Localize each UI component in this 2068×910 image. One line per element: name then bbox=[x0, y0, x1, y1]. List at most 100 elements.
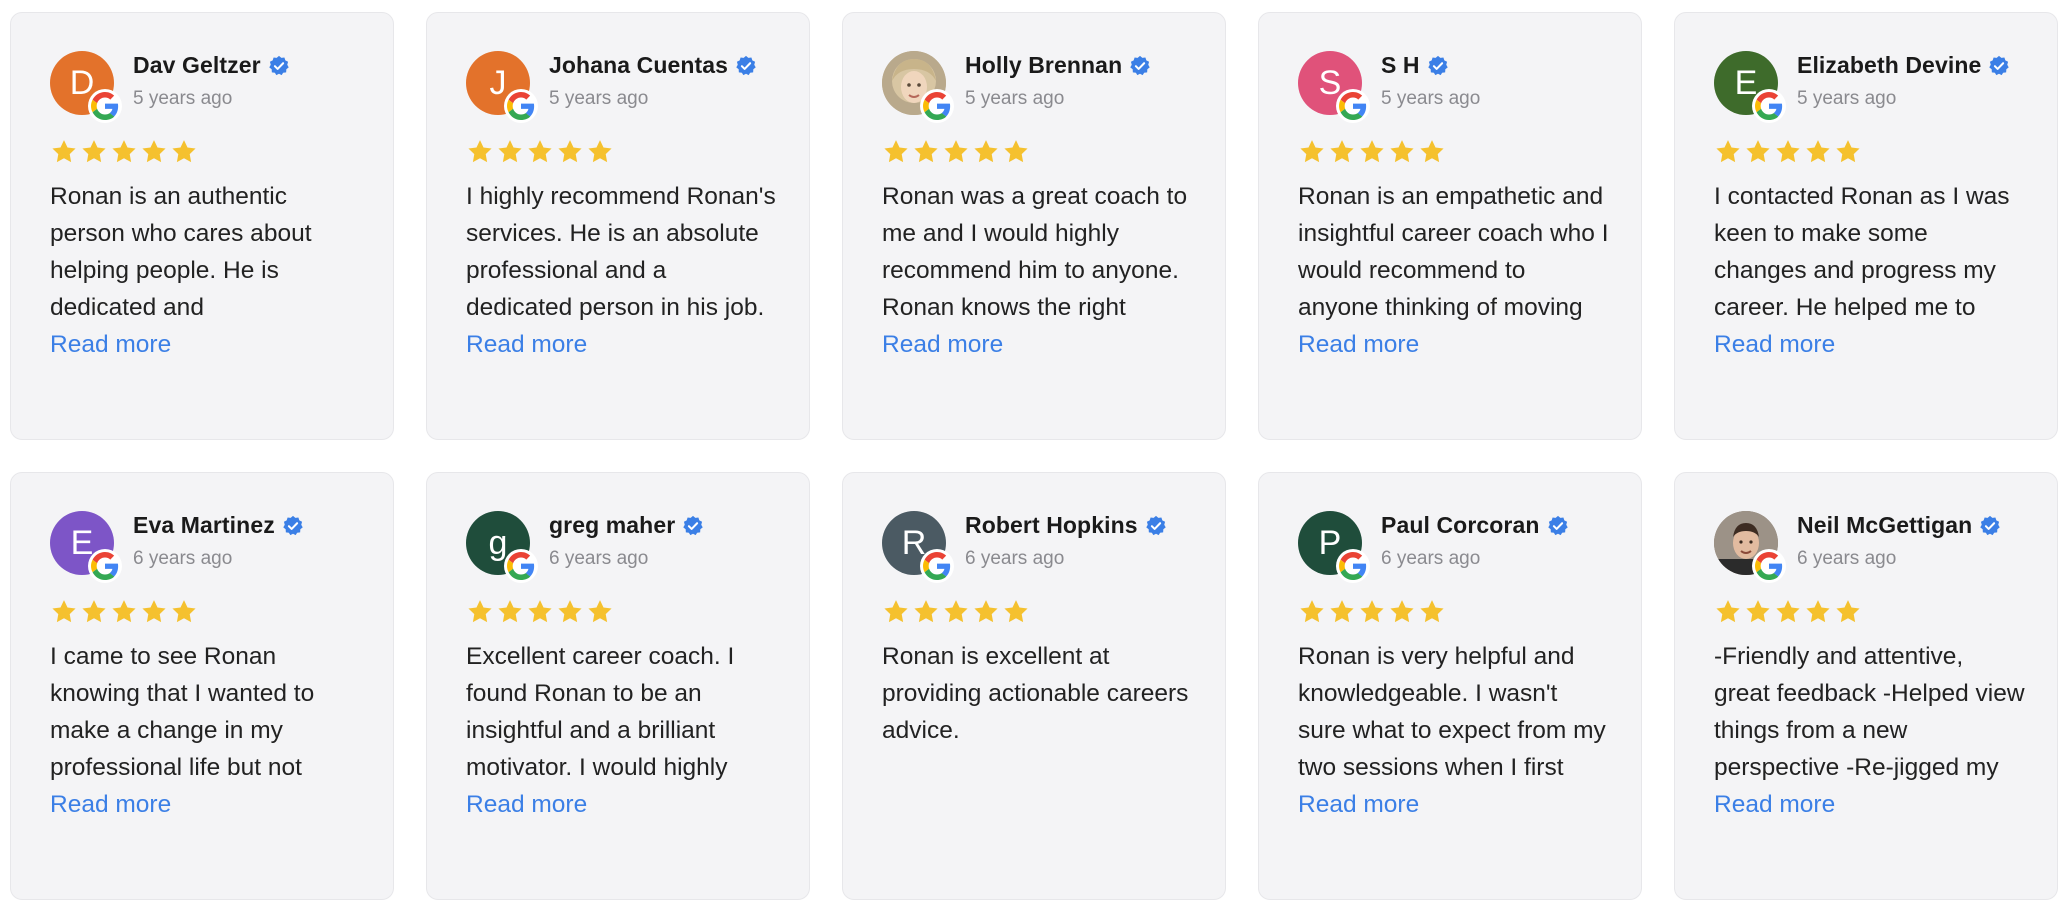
read-more-link[interactable]: Read more bbox=[50, 786, 171, 823]
reviewer-name[interactable]: Eva Martinez bbox=[133, 512, 275, 539]
reviewer-name[interactable]: Elizabeth Devine bbox=[1797, 52, 1981, 79]
read-more-link[interactable]: Read more bbox=[1298, 326, 1419, 363]
read-more-link[interactable]: Read more bbox=[50, 326, 171, 363]
reviewer-meta: Johana Cuentas 5 years ago bbox=[549, 52, 757, 110]
name-row: Holly Brennan bbox=[965, 52, 1151, 79]
star-icon bbox=[526, 598, 554, 626]
review-header: E Elizabeth Devine 5 years ago bbox=[1714, 51, 2025, 123]
star-icon bbox=[80, 138, 108, 166]
star-icon bbox=[1388, 598, 1416, 626]
star-rating bbox=[50, 138, 361, 166]
reviewer-name[interactable]: Johana Cuentas bbox=[549, 52, 728, 79]
review-time: 5 years ago bbox=[965, 88, 1065, 109]
reviewer-meta: Robert Hopkins 6 years ago bbox=[965, 512, 1167, 570]
reviewer-name[interactable]: Neil McGettigan bbox=[1797, 512, 1972, 539]
star-icon bbox=[556, 598, 584, 626]
avatar: E bbox=[1714, 51, 1786, 123]
star-icon bbox=[1834, 598, 1862, 626]
google-logo-icon bbox=[1336, 89, 1370, 123]
name-row: S H bbox=[1381, 52, 1480, 79]
star-icon bbox=[526, 138, 554, 166]
read-more-link[interactable]: Read more bbox=[1714, 326, 1835, 363]
reviewer-name[interactable]: Robert Hopkins bbox=[965, 512, 1138, 539]
review-text: Ronan is very helpful and knowledgeable.… bbox=[1298, 643, 1606, 781]
review-card: E Elizabeth Devine 5 years ago I contact… bbox=[1674, 12, 2058, 440]
star-rating bbox=[882, 138, 1193, 166]
star-icon bbox=[110, 138, 138, 166]
review-header: S S H 5 years ago bbox=[1298, 51, 1609, 123]
reviewer-meta: Holly Brennan 5 years ago bbox=[965, 52, 1151, 110]
reviewer-name[interactable]: Paul Corcoran bbox=[1381, 512, 1540, 539]
read-more-link[interactable]: Read more bbox=[1714, 786, 1835, 823]
reviewer-meta: Eva Martinez 6 years ago bbox=[133, 512, 304, 570]
star-icon bbox=[80, 598, 108, 626]
star-rating bbox=[882, 598, 1193, 626]
review-card: P Paul Corcoran 6 years ago Ronan is ver… bbox=[1258, 472, 1642, 900]
star-icon bbox=[1804, 138, 1832, 166]
review-header: J Johana Cuentas 5 years ago bbox=[466, 51, 777, 123]
google-logo-icon bbox=[1752, 89, 1786, 123]
star-icon bbox=[1774, 138, 1802, 166]
star-icon bbox=[556, 138, 584, 166]
avatar bbox=[1714, 511, 1786, 583]
star-icon bbox=[140, 138, 168, 166]
review-text: -Friendly and attentive, great feedback … bbox=[1714, 643, 2025, 781]
star-rating bbox=[1714, 598, 2025, 626]
star-icon bbox=[1834, 138, 1862, 166]
google-logo-icon bbox=[504, 89, 538, 123]
reviewer-meta: S H 5 years ago bbox=[1381, 52, 1480, 110]
reviewer-meta: Paul Corcoran 6 years ago bbox=[1381, 512, 1569, 570]
reviewer-meta: Dav Geltzer 5 years ago bbox=[133, 52, 290, 110]
star-icon bbox=[1358, 138, 1386, 166]
review-card: D Dav Geltzer 5 years ago Ronan is an au… bbox=[10, 12, 394, 440]
read-more-link[interactable]: Read more bbox=[1298, 786, 1419, 823]
star-icon bbox=[1804, 598, 1832, 626]
star-rating bbox=[1298, 598, 1609, 626]
read-more-link[interactable]: Read more bbox=[466, 786, 587, 823]
star-icon bbox=[1744, 138, 1772, 166]
review-time: 6 years ago bbox=[133, 548, 233, 569]
verified-badge-icon bbox=[1547, 515, 1569, 537]
review-text: I came to see Ronan knowing that I wante… bbox=[50, 643, 315, 781]
verified-badge-icon bbox=[282, 515, 304, 537]
star-icon bbox=[50, 598, 78, 626]
star-icon bbox=[170, 598, 198, 626]
name-row: Robert Hopkins bbox=[965, 512, 1167, 539]
verified-badge-icon bbox=[1129, 55, 1151, 77]
reviews-grid: D Dav Geltzer 5 years ago Ronan is an au… bbox=[10, 12, 2058, 900]
reviewer-name[interactable]: Dav Geltzer bbox=[133, 52, 261, 79]
review-card: E Eva Martinez 6 years ago I came to see… bbox=[10, 472, 394, 900]
review-card: S S H 5 years ago Ronan is an empathetic… bbox=[1258, 12, 1642, 440]
review-time: 6 years ago bbox=[1381, 548, 1481, 569]
google-logo-icon bbox=[504, 549, 538, 583]
review-header: E Eva Martinez 6 years ago bbox=[50, 511, 361, 583]
star-icon bbox=[50, 138, 78, 166]
avatar: R bbox=[882, 511, 954, 583]
name-row: Dav Geltzer bbox=[133, 52, 290, 79]
star-rating bbox=[50, 598, 361, 626]
reviewer-meta: Neil McGettigan 6 years ago bbox=[1797, 512, 2001, 570]
review-time: 6 years ago bbox=[965, 548, 1065, 569]
star-icon bbox=[1298, 598, 1326, 626]
star-icon bbox=[466, 598, 494, 626]
review-header: D Dav Geltzer 5 years ago bbox=[50, 51, 361, 123]
avatar bbox=[882, 51, 954, 123]
star-icon bbox=[1744, 598, 1772, 626]
star-icon bbox=[942, 138, 970, 166]
review-text: Ronan is excellent at providing actionab… bbox=[882, 643, 1189, 744]
verified-badge-icon bbox=[1145, 515, 1167, 537]
read-more-link[interactable]: Read more bbox=[466, 326, 587, 363]
read-more-link[interactable]: Read more bbox=[882, 326, 1003, 363]
name-row: Neil McGettigan bbox=[1797, 512, 2001, 539]
review-time: 5 years ago bbox=[1797, 88, 1897, 109]
star-icon bbox=[972, 598, 1000, 626]
reviewer-name[interactable]: Holly Brennan bbox=[965, 52, 1122, 79]
star-icon bbox=[496, 598, 524, 626]
review-card: Neil McGettigan 6 years ago -Friendly an… bbox=[1674, 472, 2058, 900]
verified-badge-icon bbox=[1979, 515, 2001, 537]
verified-badge-icon bbox=[735, 55, 757, 77]
reviewer-name[interactable]: S H bbox=[1381, 52, 1420, 79]
star-icon bbox=[466, 138, 494, 166]
reviewer-name[interactable]: greg maher bbox=[549, 512, 675, 539]
avatar: P bbox=[1298, 511, 1370, 583]
